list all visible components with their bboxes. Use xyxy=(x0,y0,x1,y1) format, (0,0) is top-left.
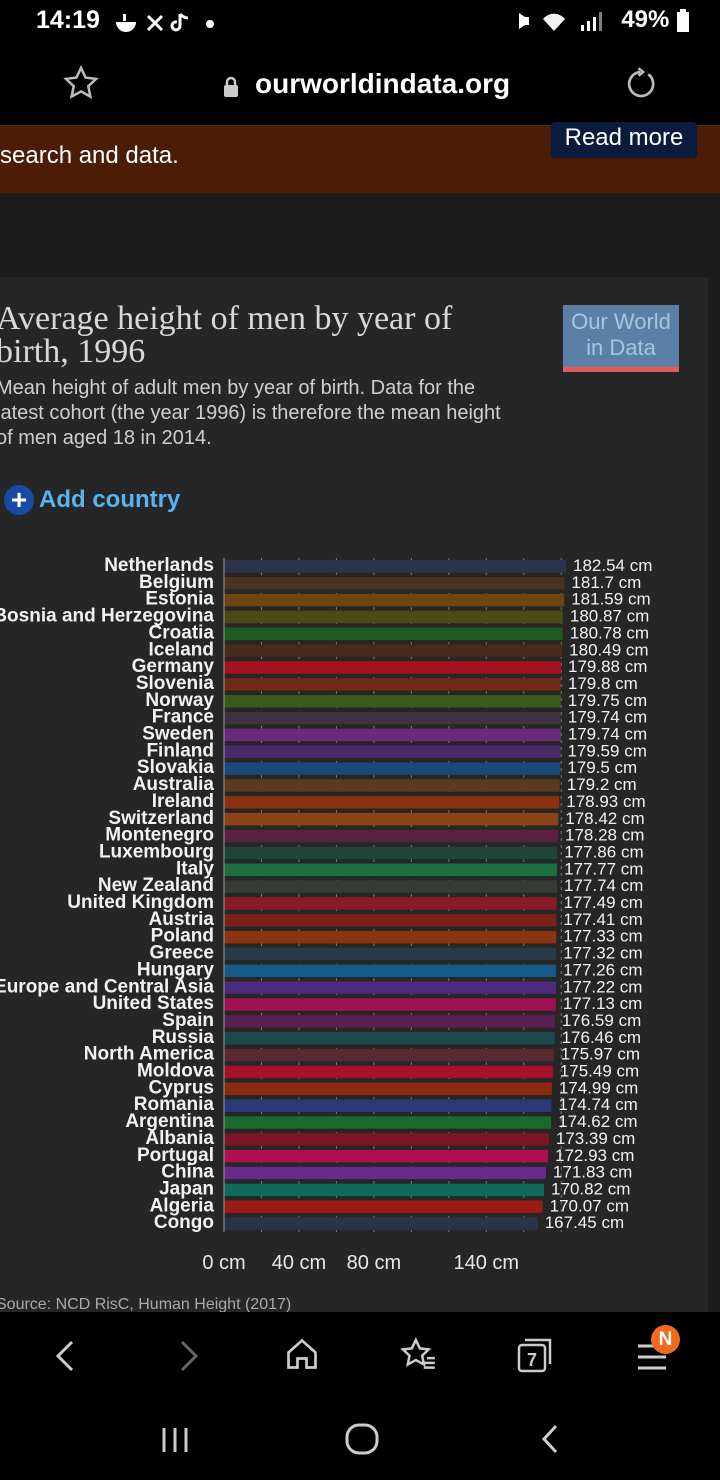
chart-bar[interactable] xyxy=(224,711,561,725)
chart-bar[interactable] xyxy=(224,1183,545,1197)
chart-bar[interactable] xyxy=(224,560,566,573)
chart-bar[interactable] xyxy=(224,593,565,607)
chart-title: Average height of men by year of birth, … xyxy=(0,300,453,370)
back-icon[interactable] xyxy=(52,1338,82,1379)
read-more-button[interactable]: Read more xyxy=(551,122,697,158)
chart-bar[interactable] xyxy=(224,964,557,978)
chart-bar[interactable] xyxy=(224,644,563,657)
chart-bar[interactable] xyxy=(224,981,557,994)
chart-bar[interactable] xyxy=(224,627,563,641)
chart-bar[interactable] xyxy=(224,812,559,826)
tabs-icon[interactable]: 7 xyxy=(516,1336,554,1379)
banner-text: search and data. xyxy=(0,142,179,169)
notification-icons xyxy=(114,8,224,44)
menu-badge: N xyxy=(651,1325,680,1354)
chart-bar[interactable] xyxy=(224,779,560,792)
chart-bar[interactable] xyxy=(224,728,561,742)
chart-bar[interactable] xyxy=(224,745,561,759)
chart-bar[interactable] xyxy=(224,897,557,910)
chart-bar[interactable] xyxy=(224,880,558,893)
battery-percent: 49% xyxy=(621,6,670,33)
signal-icons xyxy=(518,11,602,31)
system-back-icon[interactable] xyxy=(536,1422,564,1461)
status-right: 49% xyxy=(515,6,690,35)
chart-bar[interactable] xyxy=(224,577,565,590)
chart-bar[interactable] xyxy=(224,1217,538,1230)
system-nav-bar xyxy=(0,1398,720,1480)
forward-icon[interactable] xyxy=(172,1338,202,1379)
reload-icon[interactable] xyxy=(622,66,658,107)
chart-bar[interactable] xyxy=(224,1116,552,1129)
top-banner: search and data. Read more xyxy=(0,122,720,193)
bookmark-star-icon[interactable] xyxy=(62,64,100,107)
x-tick-label: 140 cm xyxy=(454,1252,520,1274)
chart-bar[interactable] xyxy=(224,694,561,708)
tab-count: 7 xyxy=(527,1350,537,1370)
chart-bar[interactable] xyxy=(224,863,558,876)
bar-chart: Netherlands 182.54 cmBelgium 181.7 cmEston… xyxy=(0,555,652,1274)
value-label: 167.45 cm xyxy=(545,1213,624,1232)
x-tick-label: 40 cm xyxy=(272,1252,326,1274)
chart-bar[interactable] xyxy=(224,947,557,961)
x-tick-label: 0 cm xyxy=(202,1252,245,1274)
chart-bar[interactable] xyxy=(224,1031,555,1045)
url-text[interactable]: ourworldindata.org xyxy=(255,68,510,100)
chart-bar[interactable] xyxy=(224,846,558,860)
status-time: 14:19 xyxy=(36,6,100,34)
chart-bar[interactable] xyxy=(224,998,556,1011)
chart-bar[interactable] xyxy=(224,1133,549,1146)
chart-bar[interactable] xyxy=(224,610,563,624)
chart-bar[interactable] xyxy=(224,1099,552,1112)
chart-bar[interactable] xyxy=(224,829,559,843)
url-bar: ourworldindata.org xyxy=(0,44,720,126)
recent-apps-icon[interactable] xyxy=(160,1426,190,1459)
chart-bar[interactable] xyxy=(224,1200,543,1213)
status-bar: 14:19 49% xyxy=(0,0,720,44)
chart-bar[interactable] xyxy=(224,914,557,927)
lock-icon xyxy=(222,76,240,103)
owid-logo[interactable]: Our World in Data xyxy=(563,305,679,372)
category-label: Congo xyxy=(154,1212,214,1233)
battery-icon xyxy=(677,8,689,32)
chart-bar[interactable] xyxy=(224,1082,552,1096)
chart-subtitle: Mean height of adult men by year of birt… xyxy=(0,377,501,449)
browser-nav-bar: 7 xyxy=(0,1312,720,1398)
chart-bar[interactable] xyxy=(224,1149,548,1163)
chart-bar[interactable] xyxy=(224,1166,546,1180)
x-tick-label: 80 cm xyxy=(347,1252,401,1274)
chart-bar[interactable] xyxy=(224,930,557,944)
chart-bar[interactable] xyxy=(224,1015,555,1028)
home-icon[interactable] xyxy=(284,1336,320,1377)
chart-bar[interactable] xyxy=(224,796,560,809)
home-button-icon[interactable] xyxy=(344,1422,380,1461)
bookmarks-icon[interactable] xyxy=(400,1336,438,1379)
chart-bar[interactable] xyxy=(224,1048,554,1062)
add-country-label: Add country xyxy=(39,486,181,513)
plus-icon: + xyxy=(4,485,34,515)
chart-bar[interactable] xyxy=(224,762,561,775)
chart-bar[interactable] xyxy=(224,661,562,674)
chart-bar[interactable] xyxy=(224,678,561,691)
chart-bar[interactable] xyxy=(224,1065,553,1079)
